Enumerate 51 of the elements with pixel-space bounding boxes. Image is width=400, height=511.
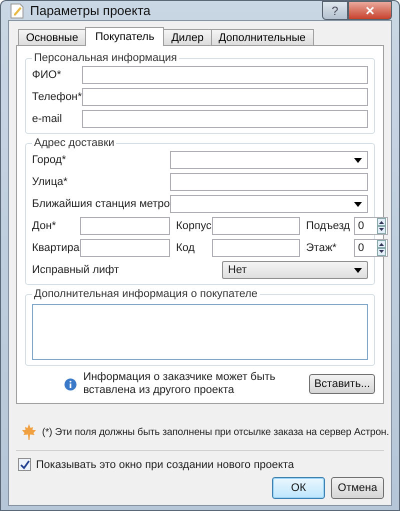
tab[interactable]: Покупатель (85, 27, 164, 46)
group-title: Персональная информация (33, 52, 178, 64)
input-field[interactable] (82, 88, 368, 106)
input-field[interactable] (80, 239, 170, 257)
input-field[interactable] (170, 173, 368, 191)
field-label: Подъезд (306, 220, 350, 232)
spin-arrows-icon[interactable] (377, 240, 386, 256)
combo-box[interactable] (170, 151, 368, 169)
checkbox[interactable] (18, 458, 31, 471)
window-title: Параметры проекта (30, 3, 151, 18)
combo-box[interactable] (170, 195, 368, 213)
dropdown-arrow-icon (354, 158, 362, 162)
dropdown[interactable]: Нет (222, 261, 368, 279)
field-label: e-mail (32, 113, 63, 125)
checkbox-label: Показывать это окно при создании нового проекта (36, 458, 294, 470)
help-button[interactable]: ? (322, 1, 348, 20)
dropdown-value: Нет (228, 264, 247, 276)
field-label: Исправный лифт (32, 264, 120, 276)
info-icon (64, 378, 78, 390)
document-icon (10, 2, 24, 18)
group-title: Дополнительная информация о покупателе (33, 288, 259, 300)
field-label: Дон* (32, 220, 58, 232)
field-label: Код (176, 242, 196, 254)
input-field[interactable] (82, 66, 368, 84)
dropdown-arrow-icon (354, 268, 362, 272)
field-label: ФИО* (32, 69, 62, 81)
field-label: Телефон* (32, 91, 82, 103)
spin-value: 0 (358, 220, 364, 232)
field-label: Улица* (32, 176, 69, 188)
spin-box[interactable]: 0 (354, 217, 388, 235)
input-field[interactable] (80, 217, 170, 235)
dropdown-arrow-icon (354, 202, 362, 206)
leaf-icon (22, 424, 36, 440)
field-label: Город* (32, 154, 68, 166)
spin-box[interactable]: 0 (354, 239, 388, 257)
paste-button[interactable]: Вставить... (309, 374, 375, 394)
group-title: Адрес доставки (33, 137, 116, 149)
spin-value: 0 (358, 242, 364, 254)
input-field[interactable] (212, 217, 300, 235)
tab[interactable]: Дилер (163, 29, 212, 45)
dialog-button[interactable]: Отмена (331, 477, 384, 499)
tab[interactable]: Дополнительные (210, 29, 314, 45)
info-text: Информация о заказчике может быть вставлена из другого проекта (83, 371, 276, 397)
input-field[interactable] (82, 110, 368, 128)
dialog-button[interactable]: ОК (272, 477, 325, 499)
tab[interactable]: Основные (18, 29, 86, 45)
spin-arrows-icon[interactable] (377, 218, 386, 234)
note-text: (*) Эти поля должны быть заполнены при отсылке заказа на сервер Астрон. (42, 426, 390, 438)
text-area[interactable] (32, 304, 368, 360)
field-label: Этаж* (306, 242, 338, 254)
input-field[interactable] (212, 239, 300, 257)
